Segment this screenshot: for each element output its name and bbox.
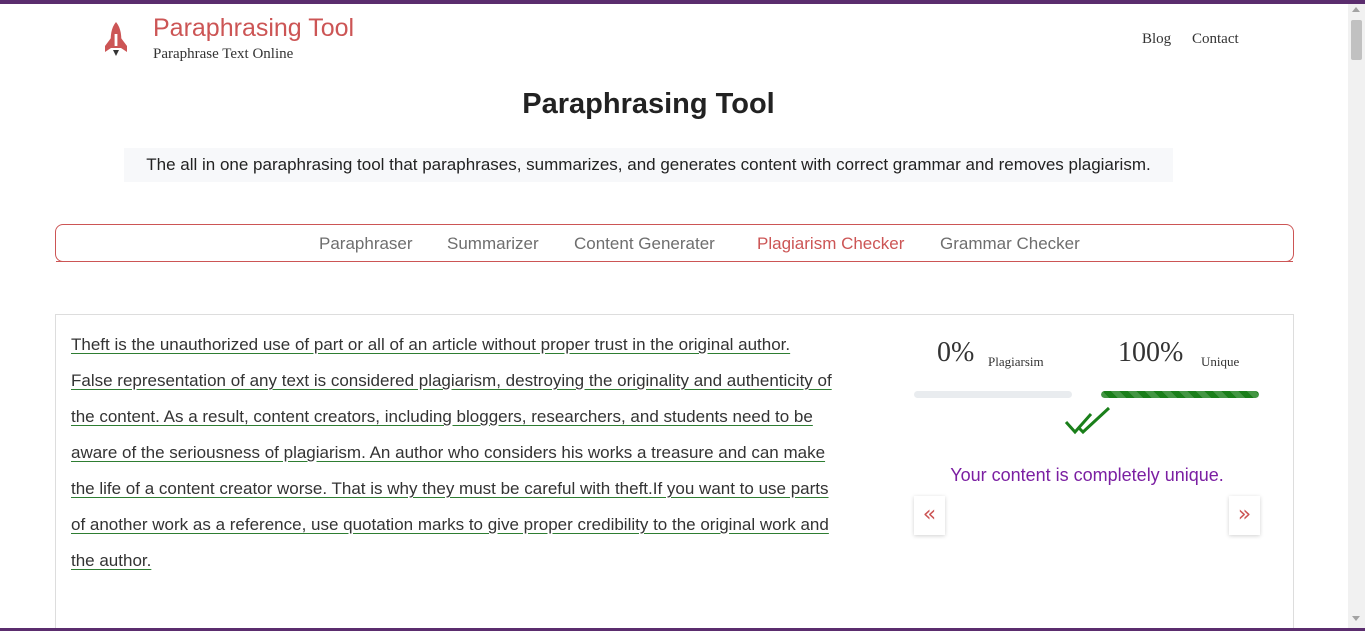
next-button[interactable]: »: [1229, 496, 1260, 535]
unique-progress-fill: [1101, 391, 1259, 398]
plagiarism-label: Plagiarsim: [988, 354, 1044, 369]
unique-progress-bar: [1101, 391, 1259, 398]
tab-grammar-checker[interactable]: Grammar Checker: [940, 234, 1080, 254]
content-line: the content. As a result, content creato…: [71, 407, 813, 426]
page-title: Paraphrasing Tool: [522, 88, 775, 120]
scroll-thumb[interactable]: [1351, 20, 1362, 60]
content-line: False representation of any text is cons…: [71, 371, 832, 390]
content-text[interactable]: Theft is the unauthorized use of part or…: [71, 327, 871, 579]
content-line: the life of a content creator worse. Tha…: [71, 479, 829, 498]
content-line: aware of the seriousness of plagiarism. …: [71, 443, 826, 462]
tool-tabs: Paraphraser Summarizer Content Generater…: [55, 224, 1294, 262]
rocket-icon[interactable]: [100, 20, 132, 60]
page-scrollbar[interactable]: [1348, 4, 1365, 628]
tab-summarizer[interactable]: Summarizer: [447, 234, 539, 254]
prev-button[interactable]: «: [914, 496, 945, 535]
chevron-double-left-icon: «: [922, 502, 937, 527]
brand-subtitle: Paraphrase Text Online: [153, 46, 294, 62]
content-line: Theft is the unauthorized use of part or…: [71, 335, 791, 354]
nav-link-blog[interactable]: Blog: [1142, 31, 1171, 48]
scroll-up-arrow-icon[interactable]: [1352, 7, 1360, 12]
tab-content-generater[interactable]: Content Generater: [574, 234, 715, 254]
double-check-icon: [1064, 406, 1111, 435]
chevron-double-right-icon: »: [1237, 502, 1252, 527]
result-message: Your content is completely unique.: [950, 465, 1224, 485]
top-accent-bar: [0, 0, 1365, 4]
plagiarism-progress-bar: [914, 391, 1072, 398]
tab-divider-left: [56, 261, 740, 262]
tab-plagiarism-checker[interactable]: Plagiarism Checker: [757, 234, 904, 254]
unique-label: Unique: [1201, 354, 1240, 369]
tab-divider-right: [923, 261, 1293, 262]
scroll-down-arrow-icon[interactable]: [1352, 616, 1360, 621]
page-tagline: The all in one paraphrasing tool that pa…: [124, 148, 1173, 182]
content-line: of another work as a reference, use quot…: [71, 515, 829, 534]
brand-title[interactable]: Paraphrasing Tool: [153, 14, 354, 43]
plagiarism-percentage: 0%: [937, 337, 975, 368]
nav-link-contact[interactable]: Contact: [1192, 31, 1239, 48]
unique-percentage: 100%: [1118, 337, 1184, 368]
tab-paraphraser[interactable]: Paraphraser: [319, 234, 413, 254]
content-line: the author.: [71, 551, 152, 570]
